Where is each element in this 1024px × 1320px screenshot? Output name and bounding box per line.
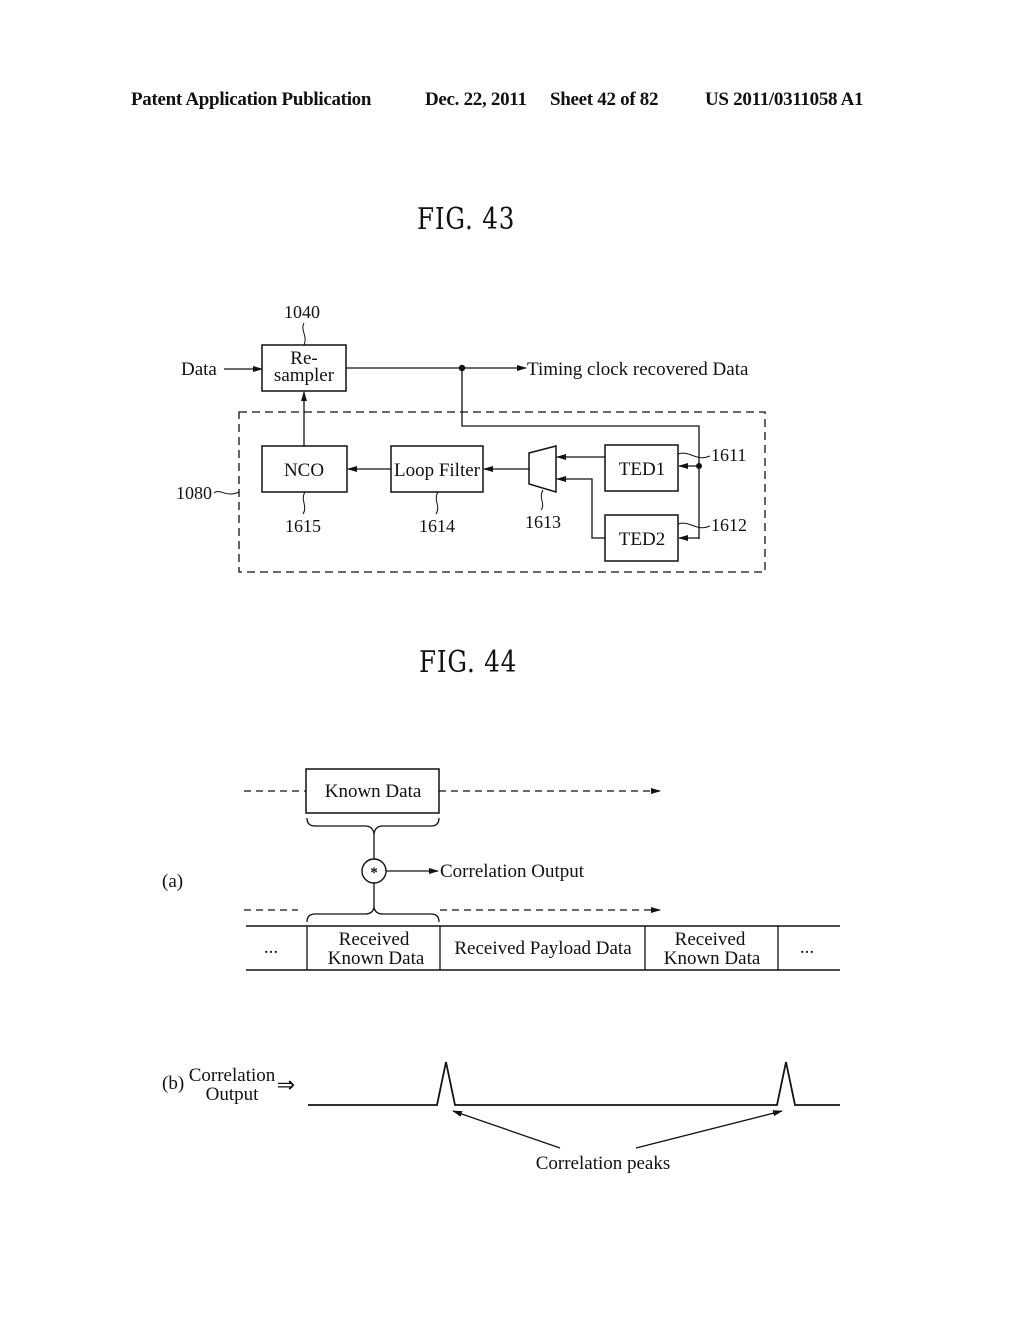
ted1-leader (677, 452, 711, 459)
frame-cell-text: Known Data (328, 948, 425, 969)
known-data-brace (306, 817, 440, 835)
resampler-ref: 1040 (284, 302, 320, 322)
signal-label-2: Output (206, 1084, 260, 1105)
loop-filter-leader (435, 491, 439, 515)
resampler-label-2: sampler (274, 365, 335, 386)
frame-cell-text: ... (264, 937, 278, 958)
figure-canvas: Data Re- sampler 1040 Timing clock recov… (162, 302, 840, 1174)
implies-arrow-icon: ⇒ (277, 1072, 295, 1097)
correlation-peaks-label: Correlation peaks (536, 1153, 671, 1174)
frame-cell-received-known-2: Received Known Data (664, 929, 761, 969)
loop-filter-ref: 1614 (419, 516, 455, 536)
ted2-leader (677, 522, 711, 529)
frame-cell-text: ... (800, 937, 814, 958)
signal-label-1: Correlation (189, 1065, 276, 1086)
fig43-diagram: Data Re- sampler 1040 Timing clock recov… (176, 302, 766, 573)
data-input-label: Data (181, 359, 217, 380)
frame-cell-payload: Received Payload Data (454, 938, 632, 959)
frame-cell-text: Received Payload Data (454, 938, 632, 959)
loop-ref: 1080 (176, 483, 212, 503)
loop-filter-label: Loop Filter (394, 460, 481, 481)
peak-pointer-right (635, 1110, 783, 1149)
ted2-to-mux-arrow (556, 476, 605, 539)
frame-cell-received-known-1: Received Known Data (328, 929, 425, 969)
received-data-brace (306, 906, 440, 923)
frame-cell-text: Known Data (664, 948, 761, 969)
part-b-label: (b) (162, 1073, 184, 1094)
mux-block (528, 445, 557, 494)
correlator-symbol: * (370, 865, 378, 881)
nco-label: NCO (284, 460, 324, 481)
ted1-label: TED1 (619, 459, 665, 480)
correlation-signal-trace (308, 1061, 840, 1106)
nco-ref: 1615 (285, 516, 321, 536)
part-a-label: (a) (162, 871, 183, 892)
frame-cell-ellipsis-left: ... (264, 937, 278, 958)
known-data-label: Known Data (325, 781, 422, 802)
mux-leader (540, 489, 544, 511)
ted1-ref: 1611 (711, 445, 746, 465)
correlation-output-label: Correlation Output (440, 861, 585, 882)
output-label: Timing clock recovered Data (527, 359, 749, 380)
frame-cell-ellipsis-right: ... (800, 937, 814, 958)
peak-pointer-left (452, 1110, 561, 1149)
fig44a-diagram: (a) Known Data * Correlation Output ... (162, 768, 840, 971)
fig44b-diagram: (b) Correlation Output ⇒ Correlation pea… (162, 1061, 840, 1174)
loop-leader (213, 491, 240, 495)
ted2-ref: 1612 (711, 515, 747, 535)
ted2-label: TED2 (619, 529, 665, 550)
resampler-leader (302, 322, 306, 346)
nco-leader (302, 491, 306, 515)
frame-cell-text: Received (339, 929, 410, 950)
mux-ref: 1613 (525, 512, 561, 532)
frame-cell-text: Received (675, 929, 746, 950)
